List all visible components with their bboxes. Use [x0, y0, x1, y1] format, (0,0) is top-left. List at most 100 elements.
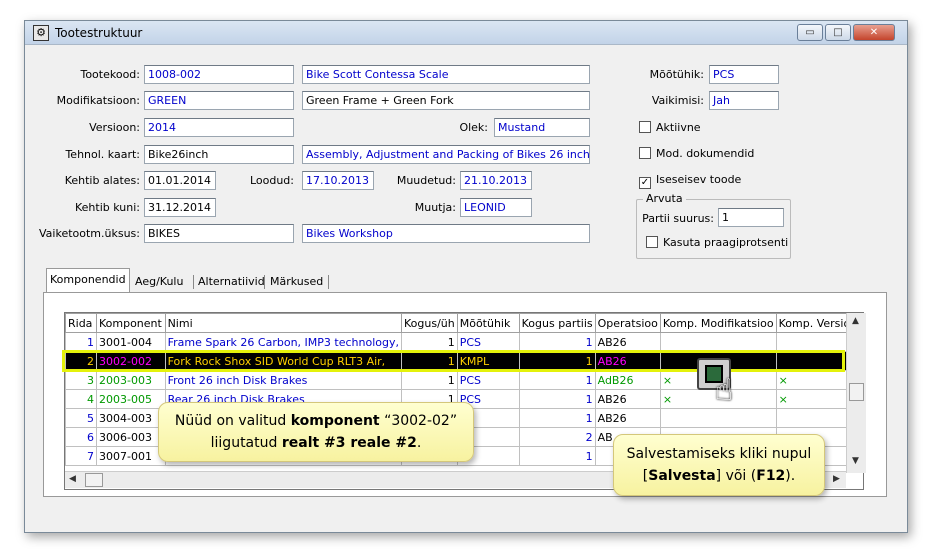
tootekood-desc-field[interactable]: Bike Scott Contessa Scale	[302, 65, 590, 84]
vaiketootm-desc-field[interactable]: Bikes Workshop	[302, 224, 590, 243]
mootuhik-label: Mõõtühik:	[649, 68, 704, 81]
cell-komponent[interactable]: 3004-003	[95, 408, 166, 428]
col-komponent[interactable]: Komponent	[95, 313, 166, 333]
muutja-field[interactable]: LEONID	[460, 198, 532, 217]
cell-komponent[interactable]: 2003-003	[95, 370, 166, 390]
cell-komponent[interactable]: 2003-005	[95, 389, 166, 409]
vaiketootm-label: Vaiketootm.üksus:	[39, 227, 140, 240]
loodud-field[interactable]: 17.10.2013	[302, 171, 374, 190]
modifikatsioon-field[interactable]: GREEN	[144, 91, 294, 110]
scroll-left-arrow[interactable]: ◀	[69, 474, 76, 484]
muutja-label: Muutja:	[414, 201, 456, 214]
scroll-right-arrow[interactable]: ▶	[833, 474, 840, 484]
cell-nimi[interactable]: Front 26 inch Disk Brakes	[164, 370, 402, 390]
cell-komponent[interactable]: 3006-003	[95, 427, 166, 447]
scroll-up-arrow[interactable]: ▲	[852, 316, 859, 326]
cell-kogus[interactable]: 1	[400, 370, 458, 390]
cell-komp-mod[interactable]	[659, 408, 777, 428]
table-row[interactable]: 1 3001-004 Frame Spark 26 Carbon, IMP3 t…	[65, 332, 863, 352]
iseseisev-box[interactable]: ✓	[639, 177, 651, 189]
muudetud-field[interactable]: 21.10.2013	[460, 171, 532, 190]
olek-field[interactable]: Mustand	[494, 118, 590, 137]
cell-operatsioon[interactable]: AB26	[594, 332, 661, 352]
tab-komponendid[interactable]: Komponendid	[46, 268, 130, 292]
cell-komponent[interactable]: 3007-001	[95, 446, 166, 466]
kehtib-kuni-field[interactable]: 31.12.2014	[144, 198, 216, 217]
kehtib-alates-field[interactable]: 01.01.2014	[144, 171, 216, 190]
cell-rida[interactable]: 6	[65, 427, 97, 447]
col-kogus-partiis[interactable]: Kogus partiis	[518, 313, 596, 333]
col-kogus-uh[interactable]: Kogus/üh	[400, 313, 458, 333]
close-button[interactable]: ✕	[853, 24, 895, 41]
maximize-button[interactable]: □	[825, 24, 851, 41]
cell-nimi[interactable]: Fork Rock Shox SID World Cup RLT3 Air,	[164, 351, 402, 371]
cell-rida[interactable]: 2	[65, 351, 97, 371]
cell-komponent[interactable]: 3001-004	[95, 332, 166, 352]
vaikimisi-field[interactable]: Jah	[709, 91, 779, 110]
cell-rida[interactable]: 7	[65, 446, 97, 466]
kasuta-checkbox[interactable]: Kasuta praagiprotsenti	[646, 236, 788, 250]
callout2-line1: Salvestamiseks kliki nupul	[626, 446, 812, 462]
callout2-bold2: F12	[756, 468, 786, 484]
cell-operatsioon[interactable]: AB26	[594, 351, 661, 371]
tab-aeg-kulu[interactable]: Aeg/Kulu	[132, 272, 186, 292]
window-title: Tootestruktuur	[55, 26, 143, 40]
aktiivne-checkbox[interactable]: Aktiivne	[639, 121, 701, 135]
cell-kogus-partiis[interactable]: 1	[518, 351, 596, 371]
cell-kogus-partiis[interactable]: 1	[518, 446, 596, 466]
vaiketootm-field[interactable]: BIKES	[144, 224, 294, 243]
cell-kogus[interactable]: 1	[400, 332, 458, 352]
iseseisev-checkbox[interactable]: ✓ Iseseisev toode	[639, 173, 741, 189]
vertical-scroll-thumb[interactable]	[849, 383, 864, 401]
tab-alternatiivid[interactable]: Alternatiivid	[195, 272, 268, 292]
kasuta-box[interactable]	[646, 236, 658, 248]
cell-operatsioon[interactable]: AB26	[594, 389, 661, 409]
table-row-selected[interactable]: 2 3002-002 Fork Rock Shox SID World Cup …	[65, 351, 863, 371]
mod-dokumendid-box[interactable]	[639, 147, 651, 159]
cell-mootuhik[interactable]: KMPL	[456, 351, 520, 371]
col-komp-modifikatsioon[interactable]: Komp. Modifikatsioo	[659, 313, 777, 333]
cell-kogus-partiis[interactable]: 2	[518, 427, 596, 447]
cell-nimi[interactable]: Frame Spark 26 Carbon, IMP3 technology,	[164, 332, 402, 352]
cell-kogus-partiis[interactable]: 1	[518, 370, 596, 390]
grid-header-row: Rida Komponent Nimi Kogus/üh Mõõtühik Ko…	[65, 313, 863, 333]
loodud-label: Loodud:	[249, 174, 294, 187]
cell-kogus-partiis[interactable]: 1	[518, 408, 596, 428]
cell-kogus-partiis[interactable]: 1	[518, 389, 596, 409]
cell-mootuhik[interactable]: PCS	[456, 370, 520, 390]
mod-dokumendid-label: Mod. dokumendid	[656, 147, 755, 160]
col-rida[interactable]: Rida	[65, 313, 97, 333]
col-nimi[interactable]: Nimi	[164, 313, 402, 333]
cell-kogus[interactable]: 1	[400, 351, 458, 371]
horizontal-scroll-thumb[interactable]	[85, 473, 103, 487]
minimize-button[interactable]: ▭	[797, 24, 823, 41]
cell-komponent[interactable]: 3002-002	[95, 351, 166, 371]
mod-dokumendid-checkbox[interactable]: Mod. dokumendid	[639, 147, 754, 161]
cell-mootuhik[interactable]: PCS	[456, 332, 520, 352]
cell-rida[interactable]: 3	[65, 370, 97, 390]
cell-rida[interactable]: 5	[65, 408, 97, 428]
cell-operatsioon[interactable]: AdB26	[594, 370, 661, 390]
cell-kogus-partiis[interactable]: 1	[518, 332, 596, 352]
scroll-down-arrow[interactable]: ▼	[852, 456, 859, 466]
cell-rida[interactable]: 4	[65, 389, 97, 409]
cell-komp-mod[interactable]	[659, 332, 777, 352]
col-mootuhik[interactable]: Mõõtühik	[456, 313, 520, 333]
modifikatsioon-label: Modifikatsioon:	[56, 94, 140, 107]
cell-rida[interactable]: 1	[65, 332, 97, 352]
olek-label: Olek:	[459, 121, 488, 134]
col-operatsioon[interactable]: Operatsioo	[594, 313, 661, 333]
mootuhik-field[interactable]: PCS	[709, 65, 779, 84]
tehnol-field[interactable]: Bike26inch	[144, 145, 294, 164]
modifikatsioon-desc-field[interactable]: Green Frame + Green Fork	[302, 91, 590, 110]
aktiivne-box[interactable]	[639, 121, 651, 133]
tab-markused[interactable]: Märkused	[267, 272, 326, 292]
tehnol-desc-field[interactable]: Assembly, Adjustment and Packing of Bike…	[302, 145, 590, 164]
partii-field[interactable]: 1	[718, 208, 784, 227]
versioon-field[interactable]: 2014	[144, 118, 294, 137]
cell-operatsioon[interactable]: AB26	[594, 408, 661, 428]
table-row[interactable]: 3 2003-003 Front 26 inch Disk Brakes 1 P…	[65, 370, 863, 390]
tootekood-field[interactable]: 1008-002	[144, 65, 294, 84]
tab-separator	[328, 275, 329, 289]
vertical-scrollbar[interactable]: ▲ ▼	[846, 313, 866, 473]
